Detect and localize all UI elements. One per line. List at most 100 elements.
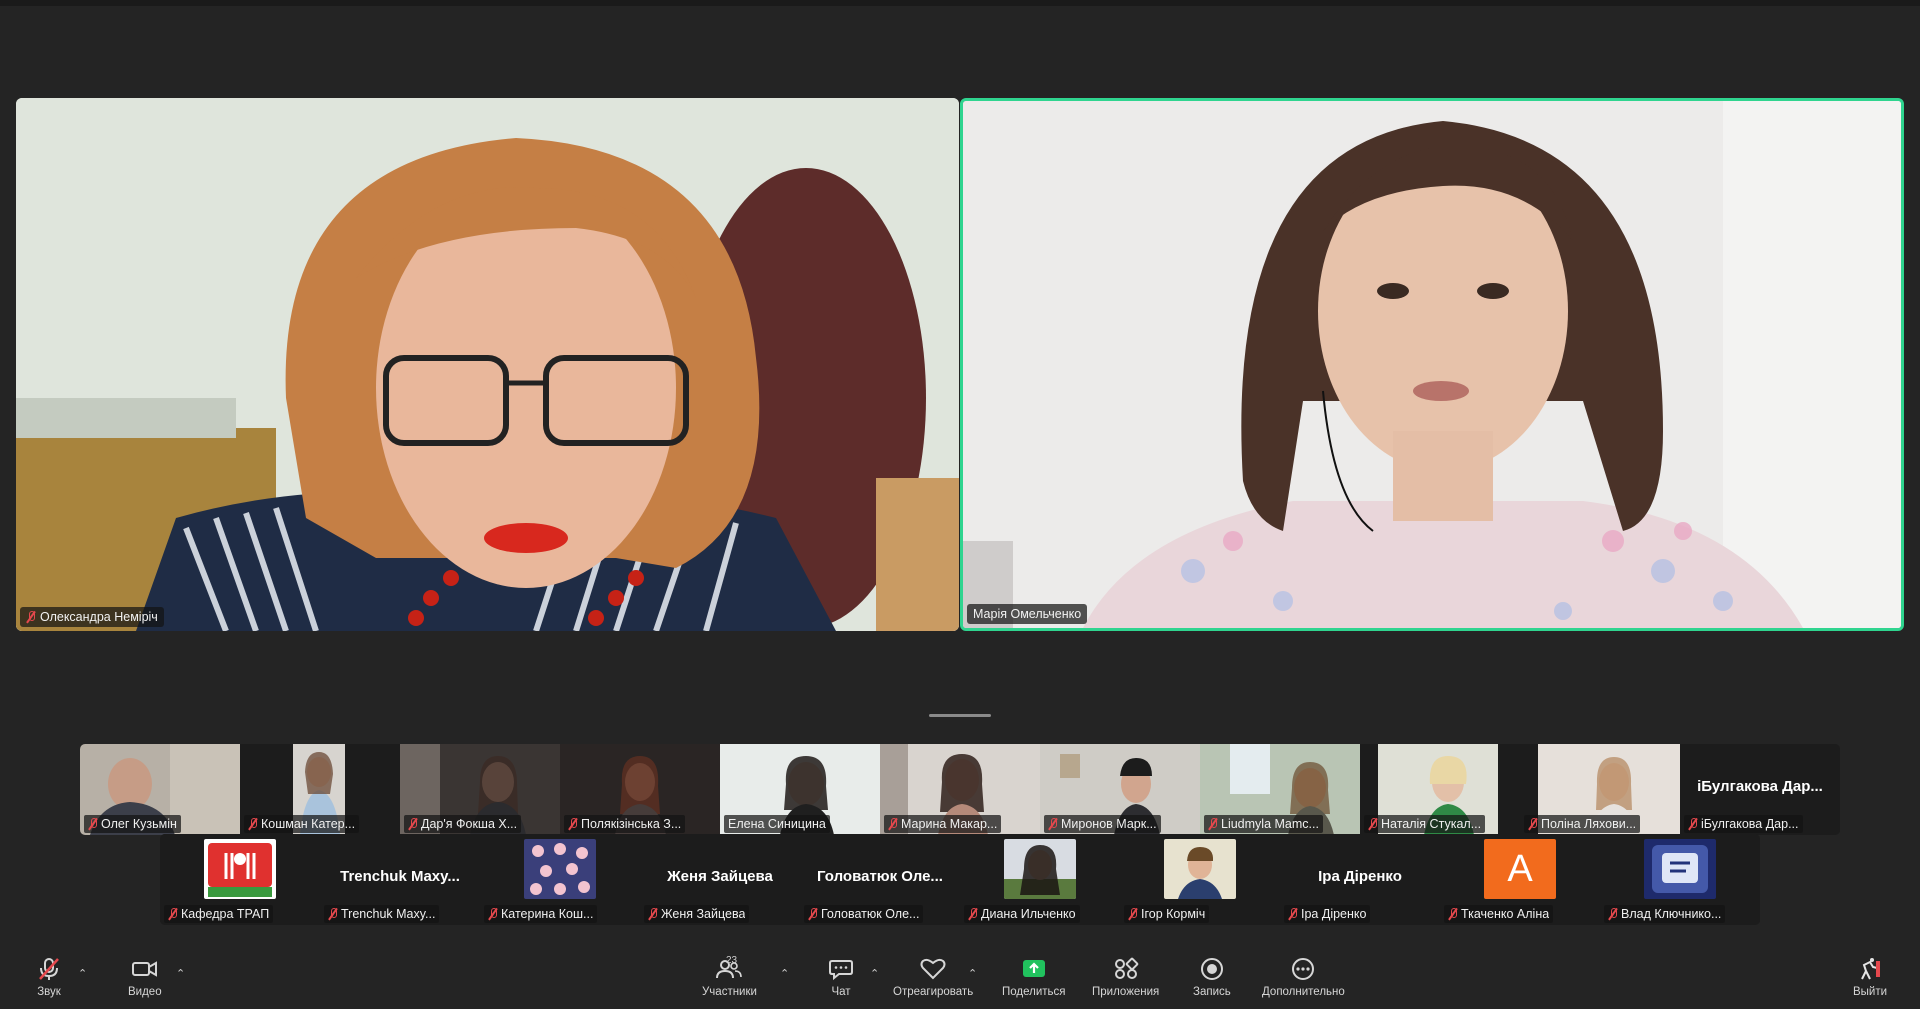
participant-tile[interactable]: Диана Ильченко <box>960 834 1120 925</box>
window-top-edge <box>0 0 1920 6</box>
share-screen-button[interactable]: Поделиться <box>1002 957 1066 998</box>
participant-label: Полякізінська З... <box>564 815 686 833</box>
participant-avatar-image <box>1644 839 1716 899</box>
participant-display-name: Іра Діренко <box>1318 868 1402 885</box>
participant-name: Liudmyla Mamc... <box>1221 817 1319 831</box>
participant-name: Кошман Катер... <box>261 817 356 831</box>
mic-muted-icon <box>1688 818 1698 830</box>
apps-icon <box>1114 957 1138 979</box>
participant-name: Кафедра ТРАП <box>181 907 270 921</box>
video-camera-icon <box>131 961 157 977</box>
participant-tile[interactable]: Марина Макар... <box>880 744 1040 835</box>
react-options-caret-icon[interactable]: ⌃ <box>968 967 977 980</box>
gallery-row-2: Кафедра ТРАП Trenchuk Maxy... Trenchuk M… <box>160 834 1760 925</box>
record-label: Запись <box>1193 986 1231 998</box>
apps-button[interactable]: Приложения <box>1092 957 1159 998</box>
chat-label: Чат <box>831 986 851 998</box>
participant-tile[interactable]: Полякізінська З... <box>560 744 720 835</box>
mic-muted-icon <box>968 908 978 920</box>
mic-muted-icon <box>1608 908 1618 920</box>
participant-name: Поліна Ляхови... <box>1541 817 1637 831</box>
leave-icon <box>1861 958 1881 980</box>
participant-tile[interactable]: Наталія Стукал... <box>1360 744 1520 835</box>
participant-label: Елена Синицина <box>724 815 830 833</box>
participant-name: Trenchuk Maxy... <box>341 907 436 921</box>
participants-button[interactable]: 23 Участники <box>702 955 757 998</box>
participant-tile[interactable]: Головатюк Оле... Головатюк Оле... <box>800 834 960 925</box>
mic-muted-icon <box>1208 818 1218 830</box>
participant-tile[interactable]: Ігор Корміч <box>1120 834 1280 925</box>
heart-icon <box>920 958 946 980</box>
mic-muted-icon <box>1448 908 1458 920</box>
participant-tile[interactable]: Liudmyla Mamc... <box>1200 744 1360 835</box>
mic-muted-icon <box>568 818 578 830</box>
speaker-video-1[interactable]: Олександра Неміріч <box>16 98 959 631</box>
participant-label: Trenchuk Maxy... <box>324 905 440 923</box>
gallery-row-1: Олег Кузьмін Кошман Катер... Дар'я Фокша… <box>80 744 1840 835</box>
record-button[interactable]: Запись <box>1193 957 1231 998</box>
mic-muted-icon <box>1368 818 1378 830</box>
participant-name: іБулгакова Дар... <box>1701 817 1799 831</box>
participant-name: Полякізінська З... <box>581 817 682 831</box>
leave-button[interactable]: Выйти <box>1853 957 1887 998</box>
mic-muted-icon <box>648 908 658 920</box>
video-button[interactable]: Видео <box>128 957 162 998</box>
participant-tile[interactable]: Дар'я Фокша Х... <box>400 744 560 835</box>
react-button[interactable]: Отреагировать <box>893 957 973 998</box>
participant-label: Влад Ключнико... <box>1604 905 1726 923</box>
audio-button[interactable]: Звук <box>36 957 62 998</box>
chat-icon <box>829 960 853 981</box>
participant-tile[interactable]: Катерина Кош... <box>480 834 640 925</box>
participant-name: Женя Зайцева <box>661 907 746 921</box>
speaker-video-2-active[interactable]: Марія Омельченко <box>960 98 1904 631</box>
participant-tile[interactable]: Женя Зайцева Женя Зайцева <box>640 834 800 925</box>
participant-tile[interactable]: Олег Кузьмін <box>80 744 240 835</box>
resize-divider-handle[interactable] <box>929 714 991 717</box>
speaker-name: Олександра Неміріч <box>40 610 158 624</box>
audio-options-caret-icon[interactable]: ⌃ <box>78 967 87 980</box>
participant-display-name: Trenchuk Maxy... <box>340 868 460 885</box>
participant-tile[interactable]: Поліна Ляхови... <box>1520 744 1680 835</box>
more-button[interactable]: Дополнительно <box>1262 957 1345 998</box>
participant-tile[interactable]: A Ткаченко Аліна <box>1440 834 1600 925</box>
participant-display-name: Женя Зайцева <box>667 868 773 885</box>
chat-button[interactable]: Чат <box>828 957 854 998</box>
participant-label: Кафедра ТРАП <box>164 905 274 923</box>
participants-options-caret-icon[interactable]: ⌃ <box>780 967 789 980</box>
participant-name: Ігор Корміч <box>1141 907 1206 921</box>
chat-options-caret-icon[interactable]: ⌃ <box>870 967 879 980</box>
participant-name: Ткаченко Аліна <box>1461 907 1550 921</box>
mic-muted-icon <box>1528 818 1538 830</box>
video-options-caret-icon[interactable]: ⌃ <box>176 967 185 980</box>
participant-name: Наталія Стукал... <box>1381 817 1482 831</box>
participant-tile[interactable]: іБулгакова Дар... іБулгакова Дар... <box>1680 744 1840 835</box>
share-screen-icon <box>1022 960 1045 977</box>
participants-count-badge: 23 <box>726 955 738 966</box>
participant-tile[interactable]: Влад Ключнико... <box>1600 834 1760 925</box>
participant-name: Миронов Марк... <box>1061 817 1157 831</box>
participant-tile[interactable]: Іра Діренко Іра Діренко <box>1280 834 1440 925</box>
participant-label: Іра Діренко <box>1284 905 1371 923</box>
participants-label: Участники <box>702 986 757 998</box>
participant-tile[interactable]: Trenchuk Maxy... Trenchuk Maxy... <box>320 834 480 925</box>
mic-muted-icon <box>26 611 36 623</box>
participant-tile[interactable]: Елена Синицина <box>720 744 880 835</box>
mic-muted-icon <box>408 818 418 830</box>
participant-label: Дар'я Фокша Х... <box>404 815 522 833</box>
participant-label: Олег Кузьмін <box>84 815 181 833</box>
participant-label: Диана Ильченко <box>964 905 1080 923</box>
participant-label: Катерина Кош... <box>484 905 598 923</box>
mic-muted-icon <box>248 818 258 830</box>
participant-tile[interactable]: Кошман Катер... <box>240 744 400 835</box>
participant-name: Диана Ильченко <box>981 907 1076 921</box>
speaker-name: Марія Омельченко <box>973 607 1082 621</box>
participant-label: Головатюк Оле... <box>804 905 924 923</box>
meeting-toolbar: Звук ⌃ Видео ⌃ 23 Участники ⌃ Чат ⌃ Отре… <box>0 945 1920 1009</box>
mic-muted-icon <box>328 908 338 920</box>
audio-label: Звук <box>37 986 61 998</box>
participant-label: Женя Зайцева <box>644 905 750 923</box>
record-icon <box>1200 958 1223 980</box>
participant-tile[interactable]: Миронов Марк... <box>1040 744 1200 835</box>
participant-name: Олег Кузьмін <box>101 817 177 831</box>
participant-tile[interactable]: Кафедра ТРАП <box>160 834 320 925</box>
